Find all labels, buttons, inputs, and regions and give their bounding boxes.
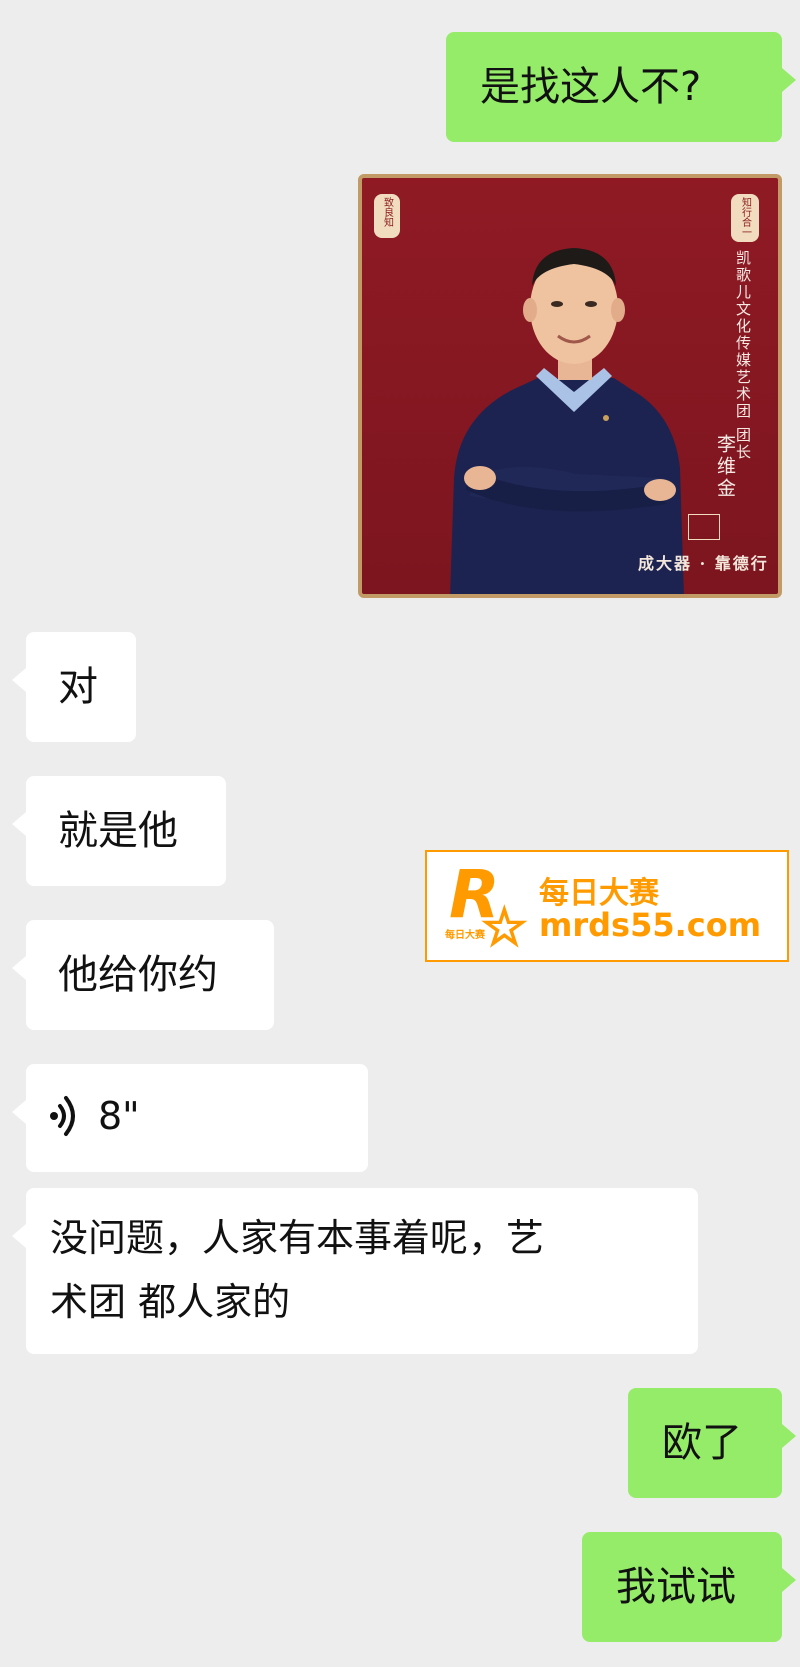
message-bubble-sent[interactable]: 我试试 (582, 1532, 796, 1642)
message-text: 是找这人不? (480, 64, 702, 110)
message-bubble-received[interactable]: 对 (12, 632, 136, 742)
message-text: 就是他 (58, 808, 178, 854)
card-motto: 成大器 · 靠德行 (638, 554, 769, 573)
brand-logo (688, 514, 720, 540)
voice-duration: 8" (98, 1094, 140, 1138)
watermark-logo-text: 每日大赛 (445, 930, 485, 941)
card-name: 李维金 (714, 434, 736, 500)
card-title: 凯歌儿文化传媒艺术团 团长 (734, 250, 752, 461)
message-bubble-received[interactable]: 没问题，人家有本事着呢，艺 术团 都人家的 (12, 1188, 698, 1354)
message-text: 我试试 (616, 1564, 736, 1610)
voice-wave-icon (50, 1096, 75, 1136)
message-bubble-received[interactable]: 他给你约 (12, 920, 274, 1030)
message-bubble-sent[interactable]: 欧了 (628, 1388, 796, 1498)
message-bubble-sent[interactable]: 是找这人不? (446, 32, 796, 142)
message-text: 他给你约 (58, 952, 218, 998)
message-text: 对 (58, 664, 98, 710)
watermark-banner: R ☆ 每日大赛 每日大赛 mrds55.com (425, 850, 789, 962)
voice-message[interactable]: 8" (12, 1064, 368, 1172)
message-bubble-received[interactable]: 就是他 (12, 776, 226, 886)
watermark-url: mrds55.com (539, 906, 762, 944)
star-icon: ☆ (480, 897, 529, 959)
message-text: 没问题，人家有本事着呢，艺 术团 都人家的 (50, 1216, 545, 1324)
image-message[interactable]: 致良知 知行合一 凯歌儿文化传媒艺术团 团长 李维金 成大器 · 靠德行 (358, 174, 782, 598)
message-text: 欧了 (662, 1420, 742, 1466)
